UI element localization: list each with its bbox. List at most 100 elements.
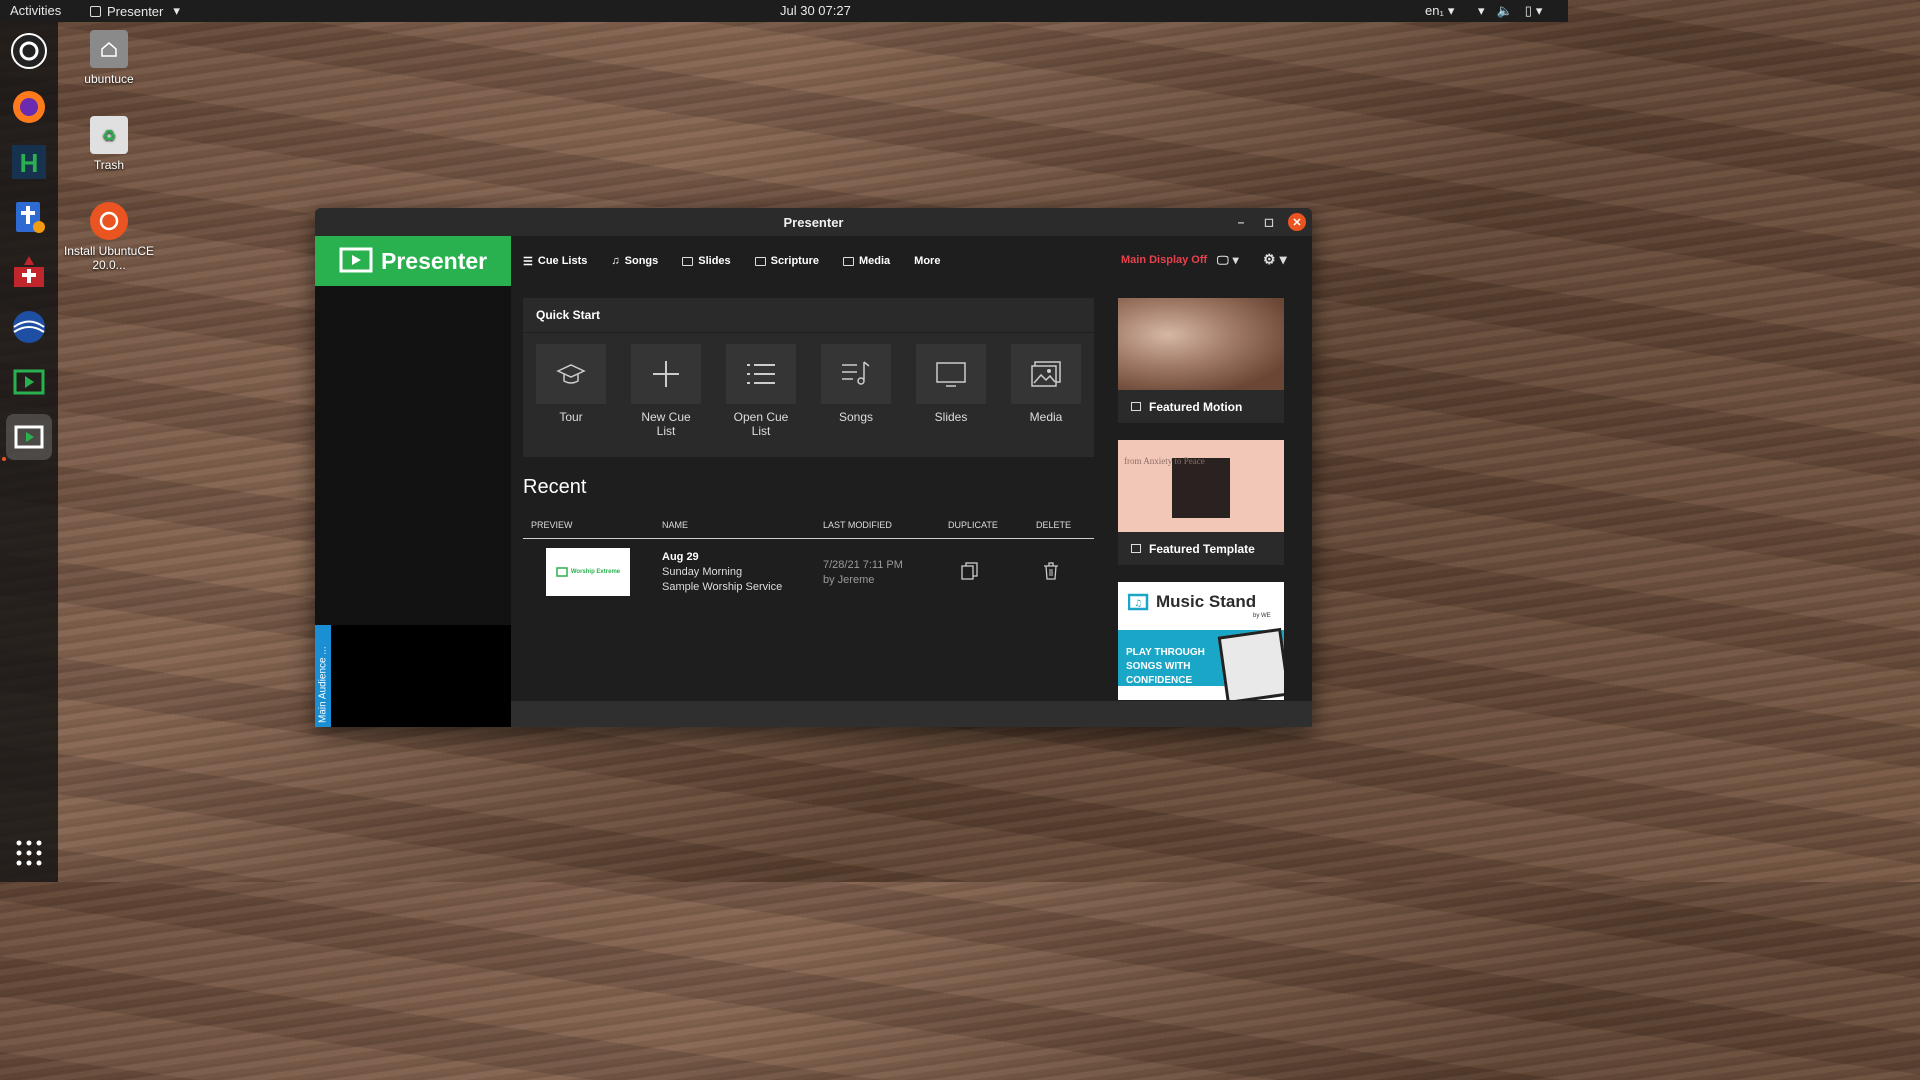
nav-more[interactable]: More xyxy=(914,255,940,267)
display-monitor-icon[interactable]: 🖵 xyxy=(1217,253,1239,268)
volume-icon: 🔈 xyxy=(1496,3,1513,18)
window-titlebar[interactable]: Presenter – ◻ ✕ xyxy=(315,208,1312,236)
desktop-icon-installer[interactable]: Install UbuntuCE 20.0... xyxy=(63,202,155,272)
music-stand-by: by WE xyxy=(1253,613,1271,619)
language-indicator[interactable]: en₁ xyxy=(1425,3,1454,19)
window-title: Presenter xyxy=(783,214,844,230)
thumb-text: Worship Extreme xyxy=(570,569,621,575)
col-duplicate: DUPLICATE xyxy=(948,520,998,530)
row-line1: Sunday Morning xyxy=(662,566,743,578)
music-stand-logo-icon: ♫ xyxy=(1128,593,1149,611)
audience-tab[interactable]: Main Audience ... xyxy=(315,625,331,727)
gear-icon[interactable]: ⚙ xyxy=(1263,251,1287,268)
desktop-icon-label: Install UbuntuCE 20.0... xyxy=(63,244,155,272)
tile-label: Media xyxy=(1029,410,1063,424)
wifi-icon: ▾ xyxy=(1478,3,1485,18)
trash-icon: ♻ xyxy=(90,116,128,154)
nav-scripture[interactable]: Scripture xyxy=(754,255,819,267)
music-stand-ad[interactable]: ♫ Music Stand by WE PLAY THROUGH SONGS W… xyxy=(1118,582,1284,700)
quick-open-cue-list[interactable]: Open Cue List xyxy=(726,344,796,438)
featured-motion-image xyxy=(1118,298,1284,390)
desktop-icon-label: ubuntuce xyxy=(84,72,134,86)
row-line2: Sample Worship Service xyxy=(662,581,783,593)
quick-start-panel: Quick Start Tour New Cue List Open Cue L… xyxy=(523,298,1094,457)
nav-slides[interactable]: Slides xyxy=(682,255,731,267)
app-menu-label: Presenter xyxy=(107,3,164,19)
music-list-icon xyxy=(821,344,891,404)
app-menu[interactable]: Presenter xyxy=(90,3,180,19)
quick-start-title: Quick Start xyxy=(523,298,1094,333)
minimize-icon[interactable]: – xyxy=(1232,213,1250,231)
duplicate-icon[interactable] xyxy=(961,562,979,583)
quick-new-cue-list[interactable]: New Cue List xyxy=(631,344,701,438)
row-name[interactable]: Aug 29 Sunday Morning Sample Worship Ser… xyxy=(662,550,782,595)
quick-songs[interactable]: Songs xyxy=(821,344,891,438)
nav-media[interactable]: Media xyxy=(842,255,890,267)
tile-label: Songs xyxy=(838,410,874,424)
table-row[interactable]: Worship Extreme Aug 29 Sunday Morning Sa… xyxy=(523,539,1094,603)
svg-text:♫: ♫ xyxy=(1134,599,1142,609)
image-icon xyxy=(842,256,854,266)
graduation-cap-icon xyxy=(536,344,606,404)
bible-app-icon[interactable] xyxy=(6,194,52,240)
presenter-alt-icon[interactable] xyxy=(6,359,52,405)
featured-column: Featured Motion from Anxiety to Peace Fe… xyxy=(1118,298,1284,717)
bottom-strip xyxy=(511,701,1312,727)
globe-app-icon[interactable] xyxy=(6,304,52,350)
quick-slides[interactable]: Slides xyxy=(916,344,986,438)
presenter-window: Presenter – ◻ ✕ Presenter Main Audience … xyxy=(315,208,1312,727)
image-icon xyxy=(1131,402,1141,411)
col-preview: PREVIEW xyxy=(531,520,573,530)
presenter-small-icon xyxy=(90,5,101,17)
desktop-icon-trash[interactable]: ♻ Trash xyxy=(63,116,155,172)
bible-icon xyxy=(754,256,766,266)
presenter-icon[interactable] xyxy=(6,414,52,460)
trash-icon[interactable] xyxy=(1043,562,1059,583)
desktop-icon-label: Trash xyxy=(93,158,125,172)
top-nav: ☰ Cue Lists ♫ Songs Slides Scripture Med… xyxy=(511,236,1312,286)
featured-motion-label: Featured Motion xyxy=(1118,390,1284,423)
music-stand-tagline: PLAY THROUGH SONGS WITH CONFIDENCE xyxy=(1126,647,1205,686)
ubuntu-icon[interactable] xyxy=(6,28,52,74)
tile-label: New Cue List xyxy=(641,410,691,438)
tablet-illustration xyxy=(1217,627,1284,700)
main-content: ☰ Cue Lists ♫ Songs Slides Scripture Med… xyxy=(511,236,1312,727)
system-tray[interactable]: ▾ 🔈 ▯ xyxy=(1478,3,1542,19)
quick-tour[interactable]: Tour xyxy=(536,344,606,438)
h-app-icon[interactable]: H xyxy=(6,139,52,185)
nav-songs[interactable]: ♫ Songs xyxy=(611,255,658,267)
firefox-icon[interactable] xyxy=(6,84,52,130)
quick-media[interactable]: Media xyxy=(1011,344,1081,438)
top-bar: Activities Presenter Jul 30 07:27 en₁ ▾ … xyxy=(0,0,1568,22)
row-preview-thumbnail[interactable]: Worship Extreme xyxy=(546,548,630,596)
music-stand-title: ♫ Music Stand xyxy=(1128,592,1256,612)
battery-icon: ▯ xyxy=(1525,3,1543,19)
card-title: Featured Motion xyxy=(1149,399,1243,414)
row-modified-time: 7/28/21 7:11 PM xyxy=(823,559,903,571)
main-display-status[interactable]: Main Display Off xyxy=(1121,254,1207,266)
nav-label: More xyxy=(914,255,941,267)
template-image-text: from Anxiety to Peace xyxy=(1124,456,1205,466)
logo-text: Presenter xyxy=(381,247,488,274)
tile-label: Tour xyxy=(559,410,583,424)
running-indicator xyxy=(2,457,6,461)
nav-cue-lists[interactable]: ☰ Cue Lists xyxy=(523,255,587,268)
nav-label: Cue Lists xyxy=(537,255,588,267)
tile-label: Open Cue List xyxy=(733,410,789,438)
col-delete: DELETE xyxy=(1036,520,1072,530)
activities-button[interactable]: Activities xyxy=(10,3,61,18)
desktop-icon-home[interactable]: ubuntuce xyxy=(63,30,155,86)
list-icon xyxy=(726,344,796,404)
show-apps-icon[interactable] xyxy=(6,830,52,876)
tile-label: Slides xyxy=(934,410,968,424)
red-app-icon[interactable] xyxy=(6,249,52,295)
close-icon[interactable]: ✕ xyxy=(1288,213,1306,231)
featured-template-card[interactable]: from Anxiety to Peace Featured Template xyxy=(1118,440,1284,565)
featured-motion-card[interactable]: Featured Motion xyxy=(1118,298,1284,423)
maximize-icon[interactable]: ◻ xyxy=(1260,213,1278,231)
featured-template-label: Featured Template xyxy=(1118,532,1284,565)
col-last-modified[interactable]: LAST MODIFIED xyxy=(823,520,892,530)
clock[interactable]: Jul 30 07:27 xyxy=(780,3,851,18)
col-name[interactable]: NAME xyxy=(662,520,688,530)
row-last-modified: 7/28/21 7:11 PM by Jereme xyxy=(823,558,903,588)
